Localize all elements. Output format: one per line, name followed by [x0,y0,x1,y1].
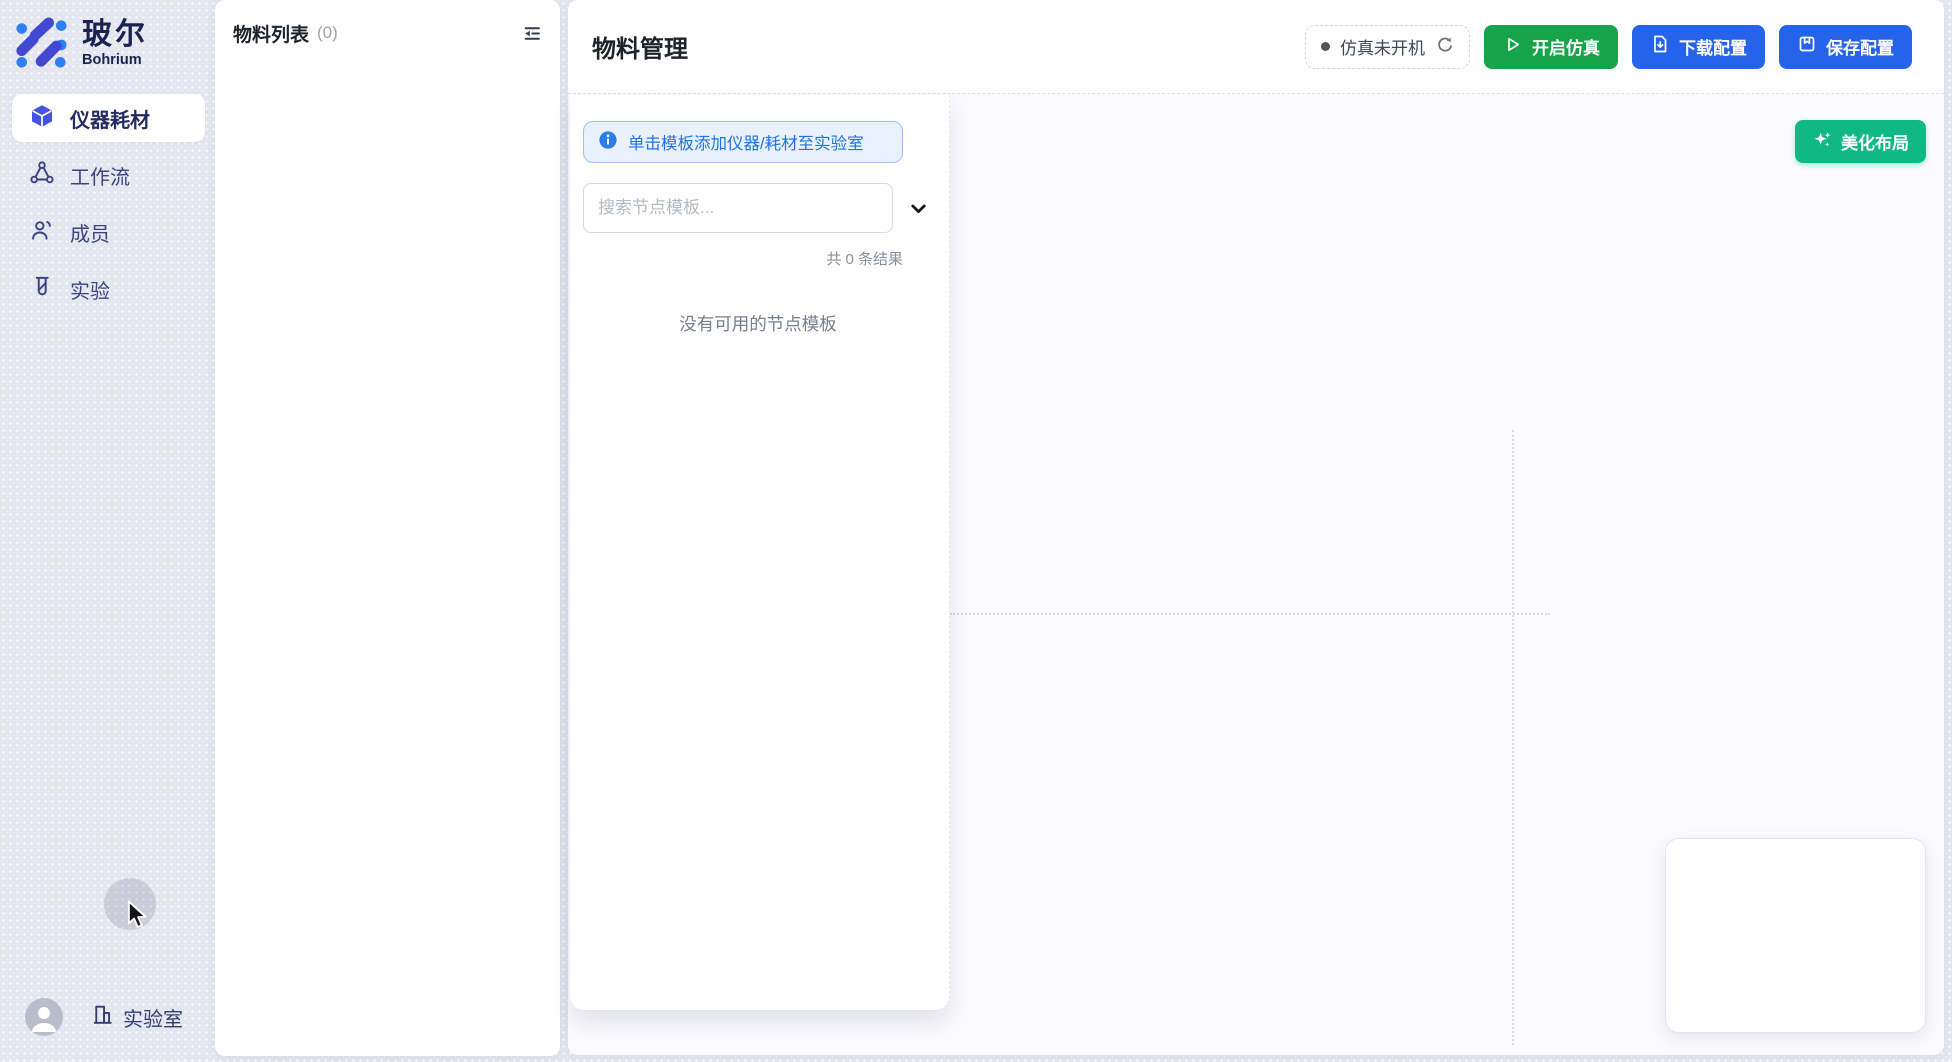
download-config-button[interactable]: 下载配置 [1632,25,1765,69]
sparkles-icon [1812,129,1832,154]
search-row [583,183,934,233]
header-actions: 仿真未开机 开启仿真 [1305,25,1912,69]
main-header: 物料管理 仿真未开机 [568,0,1944,94]
flow-canvas[interactable]: 美化布局 单击模板添加仪器/耗材至实验室 [568,95,1944,1055]
sidebar-footer: 实验室 [25,998,183,1036]
hint-banner-text: 单击模板添加仪器/耗材至实验室 [628,130,864,154]
lab-link[interactable]: 实验室 [90,1002,183,1032]
download-config-label: 下载配置 [1679,34,1747,59]
simulation-status-label: 仿真未开机 [1340,34,1425,59]
lab-label: 实验室 [123,1003,183,1032]
sidebar-item-experiments[interactable]: 实验 [12,265,205,313]
brand-name: 玻尔 [82,18,148,51]
app-root: 玻尔 Bohrium 仪器耗材 [0,0,1952,1062]
materials-count: (0) [317,23,338,43]
sidebar-item-label: 工作流 [70,161,130,190]
chevron-down-icon[interactable] [907,197,930,220]
save-icon [1797,34,1817,59]
canvas-minimap[interactable] [1665,838,1926,1033]
sidebar-item-instruments[interactable]: 仪器耗材 [12,94,205,142]
beautify-layout-button[interactable]: 美化布局 [1795,120,1926,163]
members-icon [29,217,55,248]
beautify-layout-label: 美化布局 [1841,129,1909,154]
canvas-gridline-horizontal [950,613,1550,615]
materials-header: 物料列表 (0) [215,0,560,66]
save-config-label: 保存配置 [1826,34,1894,59]
simulation-status-pill[interactable]: 仿真未开机 [1305,25,1470,69]
start-simulation-button[interactable]: 开启仿真 [1484,25,1618,69]
sidebar-item-label: 仪器耗材 [70,104,150,133]
sidebar-item-members[interactable]: 成员 [12,208,205,256]
materials-title: 物料列表 [233,20,309,47]
building-icon [90,1002,115,1032]
file-download-icon [1650,34,1670,59]
sidebar-menu: 仪器耗材 工作流 成员 [0,94,215,313]
page-title: 物料管理 [592,29,688,64]
empty-templates-text: 没有可用的节点模板 [583,311,933,336]
play-icon [1502,34,1523,60]
test-tube-icon [29,274,55,305]
sidebar-item-workflow[interactable]: 工作流 [12,151,205,199]
brand-subtitle: Bohrium [82,52,148,68]
status-dot-icon [1321,42,1330,51]
canvas-gridline-vertical [1512,430,1514,1045]
mouse-cursor-icon [125,900,151,935]
collapse-panel-button[interactable] [518,20,544,46]
template-search-input[interactable] [583,183,893,233]
workflow-icon [29,160,55,191]
template-palette-panel: 单击模板添加仪器/耗材至实验室 共 0 条结果 没有可用的节点模板 [570,95,950,1010]
sidebar-item-label: 实验 [70,275,110,304]
main-area: 物料管理 仿真未开机 [568,0,1944,1055]
user-avatar[interactable] [25,998,63,1036]
results-count: 共 0 条结果 [583,248,903,269]
brand-logo: 玻尔 Bohrium [0,0,215,70]
save-config-button[interactable]: 保存配置 [1779,25,1912,69]
hint-banner: 单击模板添加仪器/耗材至实验室 [583,121,903,163]
sidebar-item-label: 成员 [70,218,110,247]
start-simulation-label: 开启仿真 [1532,34,1600,59]
refresh-icon[interactable] [1435,35,1454,59]
info-icon [598,130,618,155]
materials-panel: 物料列表 (0) [215,0,560,1056]
cube-icon [29,103,55,134]
bohrium-logo-icon [14,16,68,70]
